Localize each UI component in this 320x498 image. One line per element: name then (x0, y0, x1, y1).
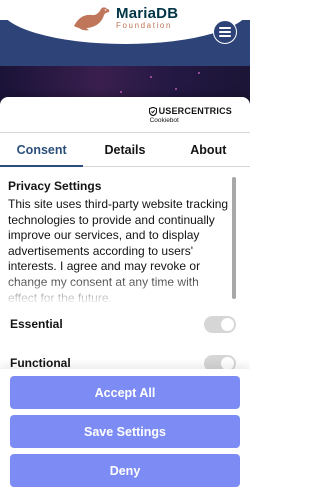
menu-bar (219, 35, 231, 37)
deny-button[interactable]: Deny (10, 454, 240, 487)
essential-toggle[interactable] (204, 315, 236, 333)
logo-text: MariaDB Foundation (116, 6, 178, 30)
brand-sub: Cookiebot (149, 117, 179, 124)
tab-details[interactable]: Details (83, 133, 166, 166)
accept-all-button[interactable]: Accept All (10, 376, 240, 409)
hero-spark (175, 88, 177, 90)
scrollbar[interactable] (232, 177, 236, 299)
hero-spark (150, 76, 152, 78)
text-fade (0, 273, 240, 305)
brand-name: USERCENTRICS (148, 106, 232, 116)
consent-buttons: Accept All Save Settings Deny (0, 369, 250, 498)
hamburger-icon[interactable] (213, 20, 237, 44)
site-header: MariaDB Foundation (0, 0, 250, 66)
logo-name: MariaDB (116, 5, 179, 22)
tab-consent[interactable]: Consent (0, 133, 84, 167)
consent-content[interactable]: Privacy Settings This site uses third-pa… (0, 167, 250, 373)
consent-tabs: Consent Details About (0, 133, 250, 167)
tab-about[interactable]: About (167, 133, 250, 166)
section-title: Privacy Settings (8, 179, 102, 193)
page: MariaDB Foundation USERCENTRICS Cookiebo… (0, 0, 250, 498)
toggle-label: Essential (10, 317, 63, 331)
menu-bar (219, 31, 231, 33)
brand-name-text: USERCENTRICS (158, 106, 232, 116)
menu-bar (219, 27, 231, 29)
site-logo[interactable]: MariaDB Foundation (72, 4, 178, 32)
toggle-knob (221, 317, 234, 331)
save-settings-button[interactable]: Save Settings (10, 415, 240, 448)
hero-spark (120, 91, 122, 93)
logo-sub: Foundation (116, 21, 173, 30)
scrollbar-thumb[interactable] (232, 177, 236, 299)
cookie-consent-dialog: USERCENTRICS Cookiebot Consent Details A… (0, 97, 250, 498)
toggle-row-essential: Essential (0, 308, 250, 340)
seal-icon (72, 4, 114, 32)
toggle-knob (221, 356, 234, 370)
toggle-label: Functional (10, 356, 71, 370)
shield-icon (148, 106, 157, 116)
usercentrics-brand: USERCENTRICS Cookiebot (148, 106, 232, 124)
hero-spark (198, 72, 200, 74)
